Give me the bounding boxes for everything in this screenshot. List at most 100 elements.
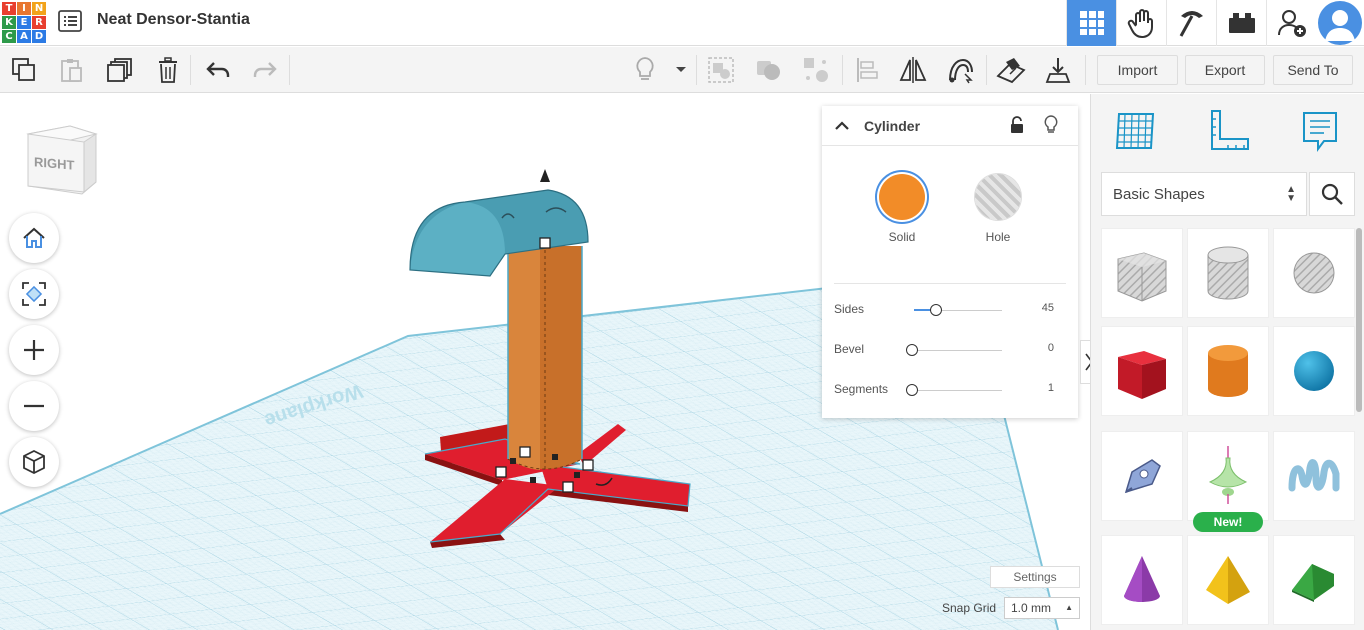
logo-letter: C bbox=[2, 30, 16, 43]
hole-swatch[interactable] bbox=[975, 174, 1021, 220]
bevel-slider-track[interactable] bbox=[914, 350, 1002, 351]
solid-swatch[interactable] bbox=[879, 174, 925, 220]
paste-icon[interactable] bbox=[56, 55, 86, 85]
roof-tile[interactable] bbox=[1273, 535, 1355, 625]
search-icon bbox=[1321, 183, 1343, 205]
shape-inspector: Cylinder Solid Hole Sides 45 Bevel 0 Seg… bbox=[822, 106, 1078, 418]
fit-view-button[interactable] bbox=[9, 269, 59, 319]
sides-value[interactable]: 45 bbox=[1042, 302, 1054, 314]
bevel-property[interactable]: Bevel 0 bbox=[834, 340, 1066, 360]
segments-slider-knob[interactable] bbox=[906, 384, 918, 396]
lightbulb-icon[interactable] bbox=[1044, 115, 1058, 135]
segments-slider-track[interactable] bbox=[914, 390, 1002, 391]
segments-value[interactable]: 1 bbox=[1048, 382, 1054, 394]
zoom-in-button[interactable] bbox=[9, 325, 59, 375]
perspective-button[interactable] bbox=[9, 437, 59, 487]
text-3d-tile[interactable] bbox=[1273, 431, 1355, 521]
collapse-chevron-icon[interactable] bbox=[834, 120, 850, 131]
roof-icon bbox=[1292, 564, 1334, 602]
segments-label: Segments bbox=[834, 382, 889, 396]
ungroup-icon[interactable] bbox=[753, 55, 783, 85]
shapes-panel: Basic Shapes ▲ ▼ New! bbox=[1090, 94, 1364, 630]
lightbulb-icon[interactable] bbox=[630, 55, 660, 85]
zoom-out-button[interactable] bbox=[9, 381, 59, 431]
view-cube[interactable]: RIGHT bbox=[24, 124, 98, 196]
box-hole-tile[interactable] bbox=[1101, 228, 1183, 318]
import-button[interactable]: Import bbox=[1097, 55, 1178, 85]
sphere-hole-tile[interactable] bbox=[1273, 228, 1355, 318]
panel-scrollbar[interactable] bbox=[1356, 228, 1362, 412]
new-badge: New! bbox=[1193, 512, 1263, 532]
duplicate-icon[interactable] bbox=[105, 55, 135, 85]
workplane-tool-icon[interactable] bbox=[996, 55, 1026, 85]
bevel-value[interactable]: 0 bbox=[1048, 342, 1054, 354]
top-bar: T I N K E R C A D Neat Densor-Stantia bbox=[0, 0, 1364, 46]
bevel-label: Bevel bbox=[834, 342, 865, 356]
toolbar-divider bbox=[986, 55, 987, 85]
cylinder-tile[interactable] bbox=[1187, 326, 1269, 416]
group-icon[interactable] bbox=[706, 55, 736, 85]
brick-icon[interactable] bbox=[1216, 0, 1266, 46]
mirror-icon[interactable] bbox=[898, 55, 928, 85]
shape-search-button[interactable] bbox=[1309, 172, 1355, 216]
design-title[interactable]: Neat Densor-Stantia bbox=[97, 11, 250, 29]
paraboloid-icon bbox=[1208, 446, 1248, 504]
explode-icon[interactable] bbox=[801, 55, 831, 85]
chevron-down-icon[interactable] bbox=[666, 55, 696, 85]
shape-category-select[interactable]: Basic Shapes ▲ ▼ bbox=[1101, 172, 1307, 216]
copy-icon[interactable] bbox=[9, 55, 39, 85]
sides-slider-knob[interactable] bbox=[930, 304, 942, 316]
hole-label: Hole bbox=[985, 230, 1011, 244]
cruise-icon[interactable] bbox=[945, 55, 975, 85]
pyramid-tile[interactable] bbox=[1187, 535, 1269, 625]
sphere-tile[interactable] bbox=[1273, 326, 1355, 416]
box-tile[interactable] bbox=[1101, 326, 1183, 416]
toolbar-divider bbox=[190, 55, 191, 85]
home-view-button[interactable] bbox=[9, 213, 59, 263]
align-icon[interactable] bbox=[852, 55, 882, 85]
export-button[interactable]: Export bbox=[1185, 55, 1265, 85]
toolbar-divider bbox=[696, 55, 697, 85]
ruler-drop-icon[interactable] bbox=[1043, 55, 1073, 85]
cone-icon bbox=[1124, 556, 1160, 602]
cylinder-hole-tile[interactable] bbox=[1187, 228, 1269, 318]
notes-icon[interactable] bbox=[1297, 108, 1343, 154]
design-list-icon[interactable] bbox=[58, 10, 82, 32]
ruler-icon[interactable] bbox=[1205, 108, 1251, 154]
scribble-icon bbox=[1124, 459, 1161, 494]
scribble-tile[interactable] bbox=[1101, 431, 1183, 521]
pickaxe-icon[interactable] bbox=[1166, 0, 1216, 46]
toolbar-divider bbox=[1085, 55, 1086, 85]
cylinder-hole-icon bbox=[1207, 246, 1249, 300]
fit-icon bbox=[22, 282, 46, 306]
cylinder-icon bbox=[1208, 345, 1248, 397]
edit-toolbar: Import Export Send To bbox=[0, 47, 1364, 93]
workplane-grid-icon[interactable] bbox=[1113, 108, 1159, 154]
add-user-icon[interactable] bbox=[1266, 0, 1316, 46]
hand-icon[interactable] bbox=[1116, 0, 1166, 46]
send-to-button[interactable]: Send To bbox=[1273, 55, 1353, 85]
sides-property[interactable]: Sides 45 bbox=[834, 300, 1066, 320]
hole-option[interactable]: Hole bbox=[968, 174, 1028, 244]
user-avatar[interactable] bbox=[1318, 1, 1362, 45]
solid-option[interactable]: Solid bbox=[872, 174, 932, 244]
bevel-slider-knob[interactable] bbox=[906, 344, 918, 356]
trash-icon[interactable] bbox=[153, 55, 183, 85]
lock-icon[interactable] bbox=[1009, 116, 1025, 134]
grid-view-icon[interactable] bbox=[1066, 0, 1116, 46]
tinkercad-logo[interactable]: T I N K E R C A D bbox=[2, 2, 46, 44]
segments-property[interactable]: Segments 1 bbox=[834, 380, 1066, 400]
paraboloid-tile[interactable]: New! bbox=[1187, 431, 1269, 532]
text-3d-icon bbox=[1288, 459, 1340, 492]
logo-letter: N bbox=[32, 2, 46, 15]
toolbar-divider bbox=[289, 55, 290, 85]
settings-button[interactable]: Settings bbox=[990, 566, 1080, 588]
redo-icon[interactable] bbox=[250, 55, 280, 85]
undo-icon[interactable] bbox=[203, 55, 233, 85]
cone-tile[interactable] bbox=[1101, 535, 1183, 625]
snap-grid-select[interactable]: 1.0 mm ▲ bbox=[1004, 597, 1080, 619]
snap-grid-value: 1.0 mm bbox=[1011, 601, 1052, 615]
pyramid-icon bbox=[1206, 556, 1250, 604]
sides-label: Sides bbox=[834, 302, 865, 316]
cylinder-shape bbox=[507, 244, 583, 470]
